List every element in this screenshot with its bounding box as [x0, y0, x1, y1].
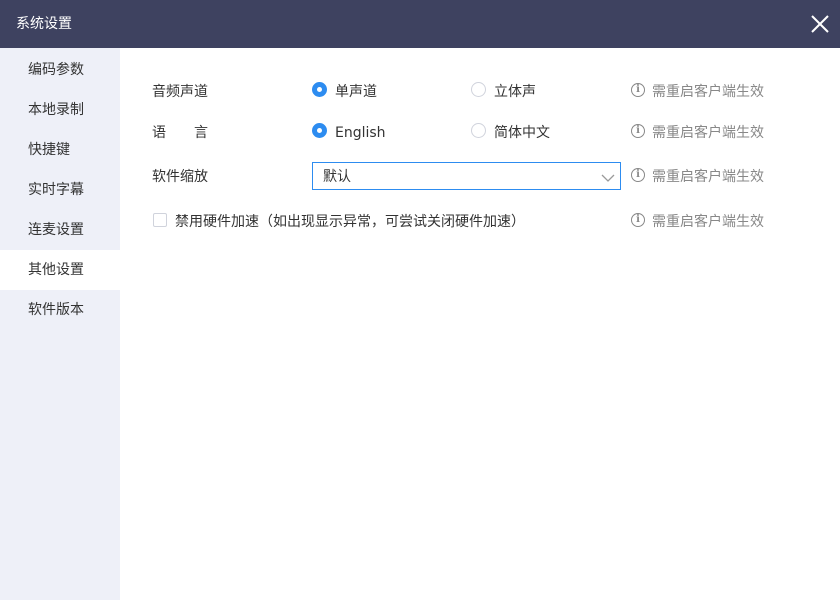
sidebar-item-local-recording[interactable]: 本地录制: [0, 90, 120, 130]
disable-hardware-accel-checkbox[interactable]: [153, 213, 167, 227]
radio-simplified-chinese[interactable]: [471, 123, 486, 138]
zoom-select[interactable]: 默认: [312, 162, 621, 190]
restart-hint: 需重启客户端生效: [652, 84, 764, 100]
sidebar-item-encoding[interactable]: 编码参数: [0, 50, 120, 90]
info-icon: i: [631, 83, 645, 97]
audio-channel-label: 音频声道: [152, 84, 208, 100]
radio-mono-label[interactable]: 单声道: [335, 82, 377, 102]
info-icon: i: [631, 213, 645, 227]
radio-english[interactable]: [312, 123, 327, 138]
radio-simplified-chinese-label[interactable]: 简体中文: [494, 123, 550, 143]
settings-sidebar: 编码参数 本地录制 快捷键 实时字幕 连麦设置 其他设置 软件版本: [0, 48, 120, 600]
restart-hint: 需重启客户端生效: [652, 214, 764, 230]
sidebar-item-software-version[interactable]: 软件版本: [0, 290, 120, 330]
window-title: 系统设置: [16, 16, 72, 32]
language-label: 语 言: [152, 125, 208, 141]
info-icon: i: [631, 168, 645, 182]
sidebar-item-shortcuts[interactable]: 快捷键: [0, 130, 120, 170]
disable-hardware-accel-label[interactable]: 禁用硬件加速（如出现显示异常，可尝试关闭硬件加速）: [175, 212, 525, 232]
chevron-down-icon: [601, 171, 615, 182]
title-bar: 系统设置: [0, 0, 840, 48]
info-icon: i: [631, 124, 645, 138]
sidebar-item-co-host[interactable]: 连麦设置: [0, 210, 120, 250]
sidebar-item-other-settings[interactable]: 其他设置: [0, 250, 120, 290]
close-icon[interactable]: [806, 10, 834, 38]
restart-hint: 需重启客户端生效: [652, 169, 764, 185]
zoom-select-value: 默认: [323, 169, 351, 185]
sidebar-item-live-captions[interactable]: 实时字幕: [0, 170, 120, 210]
zoom-label: 软件缩放: [152, 169, 208, 185]
radio-stereo-label[interactable]: 立体声: [494, 82, 536, 102]
radio-english-label[interactable]: English: [335, 123, 386, 143]
radio-mono[interactable]: [312, 82, 327, 97]
radio-stereo[interactable]: [471, 82, 486, 97]
restart-hint: 需重启客户端生效: [652, 125, 764, 141]
